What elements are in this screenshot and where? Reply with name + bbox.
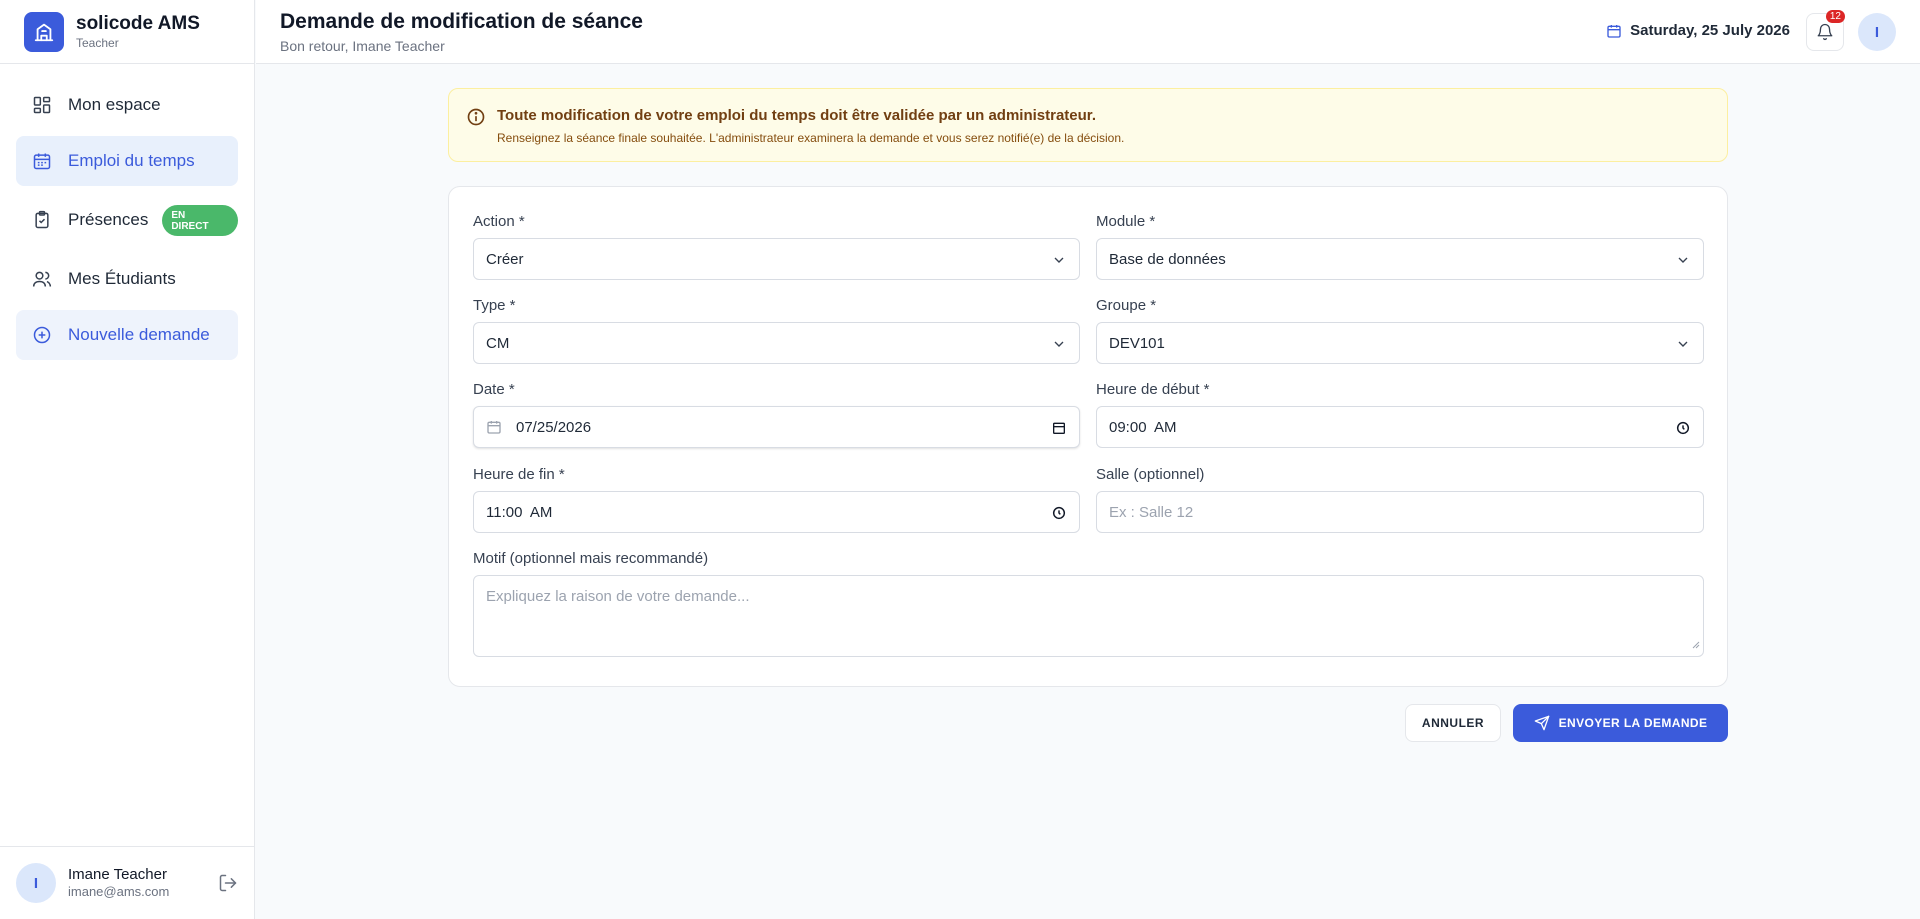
calendar-picker-icon[interactable] — [1051, 420, 1067, 440]
plus-circle-icon — [32, 325, 52, 345]
action-value: Créer — [486, 250, 524, 268]
sidebar-item-label: Mes Étudiants — [68, 269, 176, 288]
heure-debut-value: 09:00 AM — [1109, 418, 1177, 436]
brand: solicode AMS Teacher — [0, 0, 254, 64]
building-icon — [24, 11, 64, 52]
calendar-icon — [486, 419, 502, 435]
salle-label: Salle (optionnel) — [1096, 466, 1205, 483]
date-input[interactable]: 07/25/2026 — [473, 406, 1080, 448]
notifications-button[interactable]: 12 — [1806, 10, 1845, 51]
info-icon — [466, 107, 486, 132]
clipboard-check-icon — [32, 210, 52, 230]
chevron-down-icon — [1051, 252, 1067, 272]
logout-icon[interactable] — [218, 873, 238, 898]
salle-input[interactable]: Ex : Salle 12 — [1096, 491, 1704, 533]
sidebar-item-mes-etudiants[interactable]: Mes Étudiants — [16, 254, 238, 304]
date-label: Date * — [473, 381, 515, 398]
module-value: Base de données — [1109, 250, 1226, 268]
sidebar-item-presences[interactable]: Présences EN DIRECT — [16, 192, 238, 248]
chevron-down-icon — [1051, 336, 1067, 356]
heure-fin-label: Heure de fin * — [473, 466, 565, 483]
salle-placeholder: Ex : Salle 12 — [1109, 503, 1194, 521]
live-badge: EN DIRECT — [162, 204, 238, 236]
groupe-label: Groupe * — [1096, 297, 1157, 314]
send-request-button[interactable]: ENVOYER LA DEMANDE — [1513, 704, 1728, 742]
send-icon — [1534, 715, 1549, 731]
sidebar-item-mon-espace[interactable]: Mon espace — [16, 80, 238, 130]
sidebar-item-label: Emploi du temps — [68, 151, 195, 170]
groupe-select[interactable]: DEV101 — [1096, 322, 1704, 364]
page-subtitle: Bon retour, Imane Teacher — [280, 38, 445, 54]
calendar-icon — [1607, 24, 1621, 38]
motif-textarea[interactable]: Expliquez la raison de votre demande... — [473, 575, 1704, 657]
alert-text: Renseignez la séance finale souhaitée. L… — [497, 131, 1125, 145]
bell-icon — [1817, 23, 1833, 41]
action-select[interactable]: Créer — [473, 238, 1080, 280]
top-header: Demande de modification de séance Bon re… — [256, 0, 1920, 64]
date-text: Saturday, 25 July 2026 — [1630, 22, 1790, 39]
current-date: Saturday, 25 July 2026 — [1606, 22, 1790, 39]
sidebar-nav: Mon espace Emploi du temps Présences EN … — [0, 64, 254, 360]
heure-debut-label: Heure de début * — [1096, 381, 1210, 398]
info-alert: Toute modification de votre emploi du te… — [448, 88, 1728, 162]
sidebar: solicode AMS Teacher Mon espace Emploi d… — [0, 0, 255, 919]
avatar[interactable]: I — [16, 863, 56, 903]
chevron-down-icon — [1675, 336, 1691, 356]
motif-placeholder: Expliquez la raison de votre demande... — [486, 588, 750, 605]
module-label: Module * — [1096, 213, 1156, 230]
user-profile: I Imane Teacher imane@ams.com — [0, 846, 254, 919]
brand-role: Teacher — [76, 35, 119, 50]
alert-title: Toute modification de votre emploi du te… — [497, 107, 1096, 124]
request-form: Action * Créer Module * Base de données … — [448, 186, 1728, 687]
sidebar-item-emploi-du-temps[interactable]: Emploi du temps — [16, 136, 238, 186]
brand-name: solicode AMS — [76, 12, 200, 34]
dashboard-grid-icon — [32, 95, 52, 115]
clock-icon[interactable] — [1675, 420, 1691, 440]
type-value: CM — [486, 334, 510, 352]
motif-label: Motif (optionnel mais recommandé) — [473, 550, 709, 567]
sidebar-item-label: Présences — [68, 210, 149, 229]
calendar-icon — [32, 151, 52, 171]
users-icon — [32, 269, 52, 289]
resize-handle-icon[interactable] — [1692, 636, 1700, 653]
heure-fin-value: 11:00 AM — [486, 503, 553, 521]
clock-icon[interactable] — [1051, 505, 1067, 525]
action-label: Action * — [473, 213, 525, 230]
type-select[interactable]: CM — [473, 322, 1080, 364]
type-label: Type * — [473, 297, 516, 314]
groupe-value: DEV101 — [1109, 334, 1165, 352]
user-name: Imane Teacher — [68, 866, 167, 883]
sidebar-item-label: Nouvelle demande — [68, 325, 210, 344]
chevron-down-icon — [1675, 252, 1691, 272]
user-email: imane@ams.com — [68, 884, 170, 899]
heure-fin-input[interactable]: 11:00 AM — [473, 491, 1080, 533]
date-value: 07/25/2026 — [516, 418, 592, 436]
notification-count-badge: 12 — [1825, 10, 1845, 23]
cancel-button[interactable]: ANNULER — [1405, 704, 1501, 742]
sidebar-item-label: Mon espace — [68, 95, 161, 114]
module-select[interactable]: Base de données — [1096, 238, 1704, 280]
heure-debut-input[interactable]: 09:00 AM — [1096, 406, 1704, 448]
page-title: Demande de modification de séance — [280, 10, 643, 33]
header-avatar[interactable]: I — [1858, 13, 1896, 51]
send-label: ENVOYER LA DEMANDE — [1558, 716, 1708, 730]
sidebar-item-nouvelle-demande[interactable]: Nouvelle demande — [16, 310, 238, 360]
